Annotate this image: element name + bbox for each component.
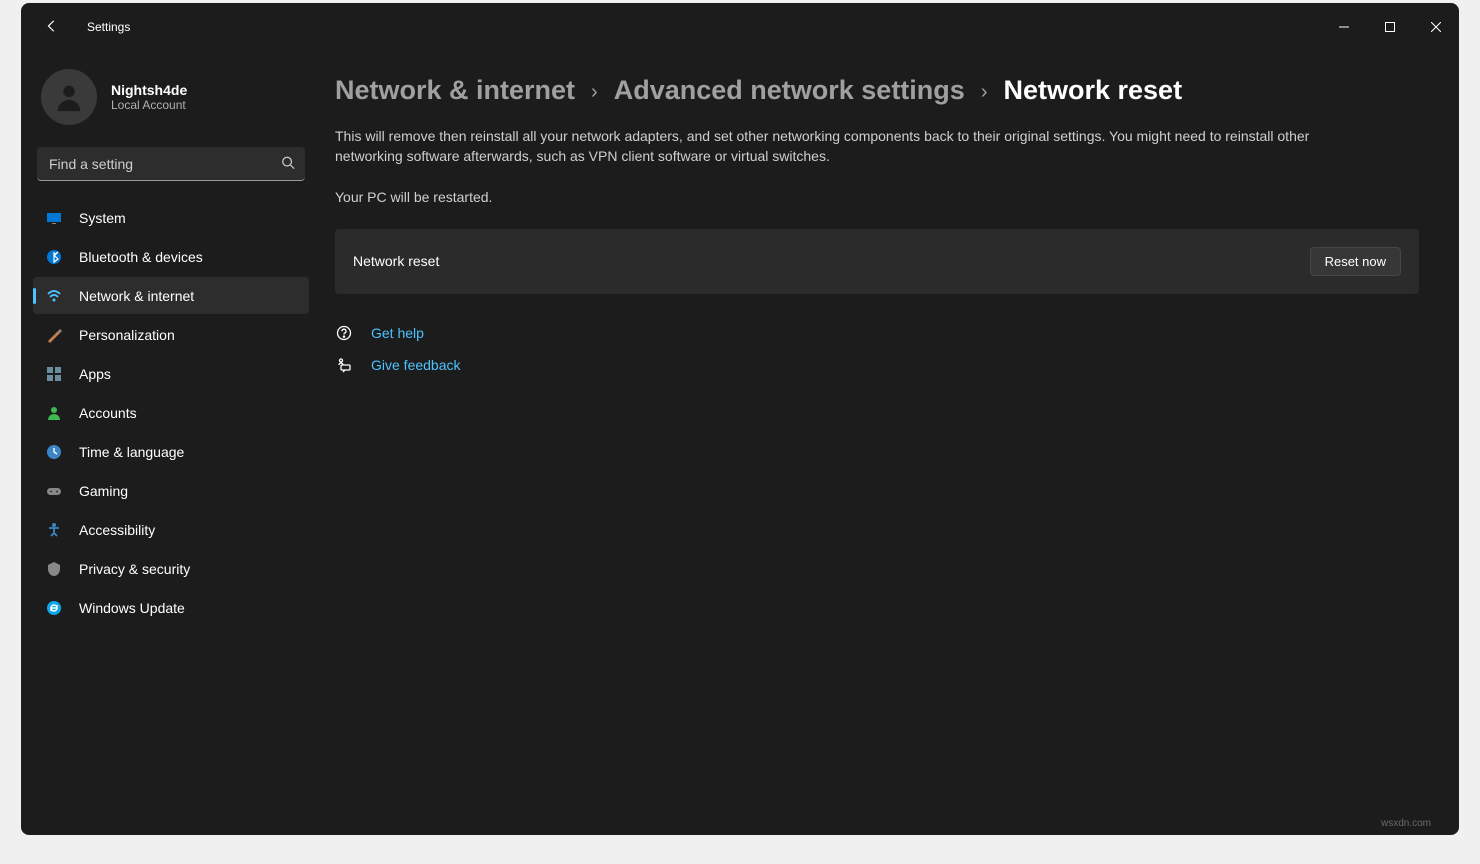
feedback-icon	[335, 356, 353, 374]
sidebar-item-accounts[interactable]: Accounts	[33, 394, 309, 431]
sidebar-item-label: Accessibility	[79, 522, 155, 538]
sidebar-item-label: Windows Update	[79, 600, 185, 616]
sidebar-item-label: Network & internet	[79, 288, 194, 304]
titlebar-left: Settings	[41, 15, 130, 40]
back-button[interactable]	[41, 15, 63, 40]
bluetooth-icon	[45, 248, 63, 266]
watermark: wsxdn.com	[1381, 818, 1431, 829]
sidebar-item-label: System	[79, 210, 126, 226]
accounts-icon	[45, 404, 63, 422]
page-description: This will remove then reinstall all your…	[335, 126, 1315, 167]
help-icon	[335, 324, 353, 342]
gaming-icon	[45, 482, 63, 500]
minimize-button[interactable]	[1321, 11, 1367, 43]
sidebar-item-system[interactable]: System	[33, 199, 309, 236]
breadcrumb-level2[interactable]: Advanced network settings	[614, 75, 965, 106]
search-box	[37, 147, 305, 181]
sidebar-item-bluetooth[interactable]: Bluetooth & devices	[33, 238, 309, 275]
get-help-link[interactable]: Get help	[371, 325, 424, 341]
user-sub: Local Account	[111, 98, 187, 112]
breadcrumb-current: Network reset	[1003, 75, 1182, 106]
main-content: Network & internet › Advanced network se…	[321, 51, 1459, 835]
sidebar-item-label: Bluetooth & devices	[79, 249, 203, 265]
sidebar-item-personalization[interactable]: Personalization	[33, 316, 309, 353]
sidebar-item-gaming[interactable]: Gaming	[33, 472, 309, 509]
time-icon	[45, 443, 63, 461]
accessibility-icon	[45, 521, 63, 539]
settings-window: Settings Nightsh4de Local Account	[21, 3, 1459, 835]
sidebar-item-label: Accounts	[79, 405, 137, 421]
sidebar-item-time[interactable]: Time & language	[33, 433, 309, 470]
card-label: Network reset	[353, 253, 439, 269]
sidebar-item-update[interactable]: Windows Update	[33, 589, 309, 626]
chevron-right-icon: ›	[981, 77, 988, 104]
search-input[interactable]	[37, 147, 305, 181]
sidebar-item-label: Gaming	[79, 483, 128, 499]
window-controls	[1321, 11, 1459, 43]
breadcrumb: Network & internet › Advanced network se…	[335, 75, 1419, 106]
feedback-row: Give feedback	[335, 356, 1419, 374]
network-reset-card: Network reset Reset now	[335, 229, 1419, 294]
nav-list: System Bluetooth & devices Network & int…	[33, 195, 309, 626]
user-name: Nightsh4de	[111, 82, 187, 98]
sidebar-item-label: Apps	[79, 366, 111, 382]
user-text: Nightsh4de Local Account	[111, 82, 187, 112]
give-feedback-link[interactable]: Give feedback	[371, 357, 461, 373]
close-button[interactable]	[1413, 11, 1459, 43]
sidebar-item-accessibility[interactable]: Accessibility	[33, 511, 309, 548]
titlebar: Settings	[21, 3, 1459, 51]
sidebar-item-label: Personalization	[79, 327, 175, 343]
search-icon	[281, 156, 295, 173]
network-icon	[45, 287, 63, 305]
sidebar-item-apps[interactable]: Apps	[33, 355, 309, 392]
personalization-icon	[45, 326, 63, 344]
sidebar-item-label: Privacy & security	[79, 561, 190, 577]
user-block[interactable]: Nightsh4de Local Account	[33, 61, 309, 143]
privacy-icon	[45, 560, 63, 578]
help-links: Get help Give feedback	[335, 324, 1419, 374]
sidebar-item-label: Time & language	[79, 444, 184, 460]
system-icon	[45, 209, 63, 227]
sidebar-item-network[interactable]: Network & internet	[33, 277, 309, 314]
reset-now-button[interactable]: Reset now	[1310, 247, 1401, 276]
restart-notice: Your PC will be restarted.	[335, 189, 1419, 205]
app-title: Settings	[87, 20, 130, 34]
sidebar-item-privacy[interactable]: Privacy & security	[33, 550, 309, 587]
breadcrumb-level1[interactable]: Network & internet	[335, 75, 575, 106]
sidebar: Nightsh4de Local Account System Bluetoot…	[21, 51, 321, 835]
avatar	[41, 69, 97, 125]
get-help-row: Get help	[335, 324, 1419, 342]
apps-icon	[45, 365, 63, 383]
chevron-right-icon: ›	[591, 77, 598, 104]
maximize-button[interactable]	[1367, 11, 1413, 43]
update-icon	[45, 599, 63, 617]
